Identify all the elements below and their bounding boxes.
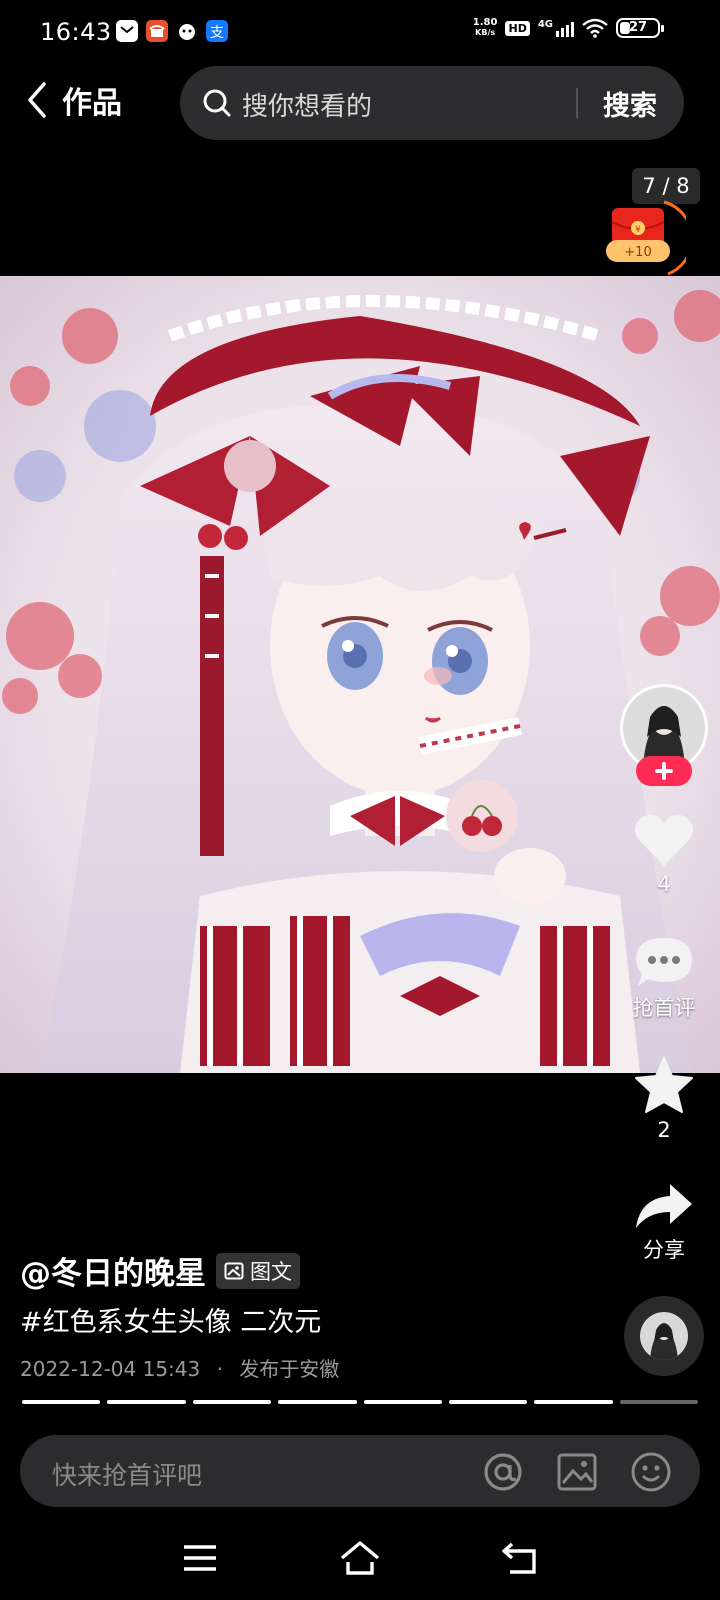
home-icon[interactable] [339,1538,381,1578]
progress-segment [534,1400,613,1404]
search-icon [203,89,231,117]
progress-segment [448,1400,528,1404]
follow-button[interactable] [636,756,692,786]
progress-segment [363,1400,442,1404]
search-input[interactable]: 搜你想看的 [242,86,372,123]
net-speed: 1.80 KB/s [473,18,498,38]
battery-icon: 27 [616,18,664,38]
comment-label: 抢首评 [632,996,696,1020]
progress-segment [192,1400,272,1404]
search-box[interactable]: 搜你想看的 搜索 [180,66,684,140]
pet-icon [176,20,198,42]
image-icon [224,1262,244,1279]
comment-input[interactable]: 快来抢首评吧 [52,1456,202,1492]
post-type-badge: 图文 [216,1252,300,1289]
red-packet-bonus: +10 [624,245,651,260]
menu-icon[interactable] [179,1538,221,1578]
progress-segment [619,1400,698,1404]
share-arrow-icon [636,1184,692,1228]
comment-bubble-icon [636,938,692,986]
shop-icon [146,20,168,42]
svg-text:支: 支 [210,25,224,41]
net-speed-value: 1.80 [472,17,498,28]
net-speed-unit: KB/s [475,28,496,37]
back-nav-icon[interactable] [500,1538,542,1578]
cellular-signal-icon: 4G [538,19,574,37]
music-cover [640,1312,688,1360]
post-type-label: 图文 [250,1259,292,1284]
notification-icons: 支 [116,20,228,42]
status-bar: 16:43 支 1.80 KB/s HD 4G 27 [0,0,720,64]
post-caption[interactable]: #红色系女生头像 二次元 [20,1300,321,1339]
like-button[interactable]: 4 [612,812,716,896]
author-name[interactable]: @冬日的晚星 [20,1248,206,1293]
red-packet-reward[interactable]: ¥ +10 [606,196,694,280]
progress-segment [278,1400,357,1404]
progress-segment [22,1400,101,1404]
share-button[interactable]: 分享 [612,1182,716,1264]
heart-icon [634,814,694,866]
back-button[interactable]: 作品 [24,80,122,121]
star-icon [635,1057,693,1113]
hd-icon: HD [505,20,530,36]
meta-separator: · [216,1357,223,1381]
image-progress [22,1400,698,1404]
share-label: 分享 [643,1238,685,1262]
alipay-icon: 支 [206,20,228,42]
favorite-button[interactable]: 2 [612,1056,716,1142]
comment-button[interactable]: 抢首评 [612,936,716,1022]
red-packet-coin: ¥ [635,225,641,235]
header: 作品 搜你想看的 搜索 [0,64,720,144]
plus-icon [655,762,673,780]
search-divider [576,88,578,118]
like-count: 4 [657,872,671,896]
mail-icon [116,20,138,42]
at-mention-icon[interactable] [482,1451,524,1493]
status-indicators: 1.80 KB/s HD 4G 27 [473,18,664,38]
music-disc[interactable] [624,1296,704,1376]
post-date: 2022-12-04 15:43 [20,1357,201,1381]
image-picker-icon[interactable] [556,1451,598,1493]
wifi-icon [582,18,608,38]
system-nav-bar [0,1520,720,1600]
comment-bar[interactable]: 快来抢首评吧 [20,1435,700,1507]
signal-label: 4G [537,19,553,30]
post-meta: 2022-12-04 15:43 · 发布于安徽 [20,1353,339,1382]
favorite-count: 2 [657,1118,671,1142]
progress-segment [107,1400,186,1404]
red-packet-icon: ¥ +10 [606,200,694,276]
battery-level: 27 [628,20,648,35]
emoji-icon[interactable] [630,1451,672,1493]
status-time: 16:43 [40,18,112,46]
author-row: @冬日的晚星 图文 [20,1248,300,1293]
page-title: 作品 [62,86,122,121]
chevron-left-icon [28,82,46,118]
search-button[interactable]: 搜索 [588,84,672,123]
post-location: 发布于安徽 [239,1357,340,1381]
